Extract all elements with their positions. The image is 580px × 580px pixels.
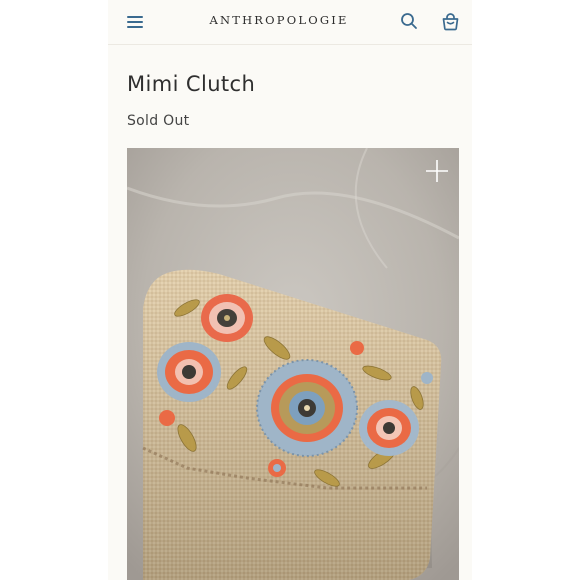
search-icon[interactable]	[400, 12, 418, 30]
product-title: Mimi Clutch	[127, 72, 256, 96]
product-image[interactable]	[127, 148, 459, 580]
clutch-photo	[127, 148, 459, 580]
expand-plus-icon[interactable]	[424, 158, 450, 184]
shopping-bag-icon[interactable]	[441, 12, 460, 31]
product-page: ANTHROPOLOGIE Mimi Clutch Sold Out	[108, 0, 472, 580]
availability-status: Sold Out	[127, 113, 190, 129]
hamburger-menu-icon[interactable]	[126, 13, 144, 31]
top-navigation-bar: ANTHROPOLOGIE	[108, 0, 472, 45]
brand-logo[interactable]: ANTHROPOLOGIE	[204, 13, 354, 27]
